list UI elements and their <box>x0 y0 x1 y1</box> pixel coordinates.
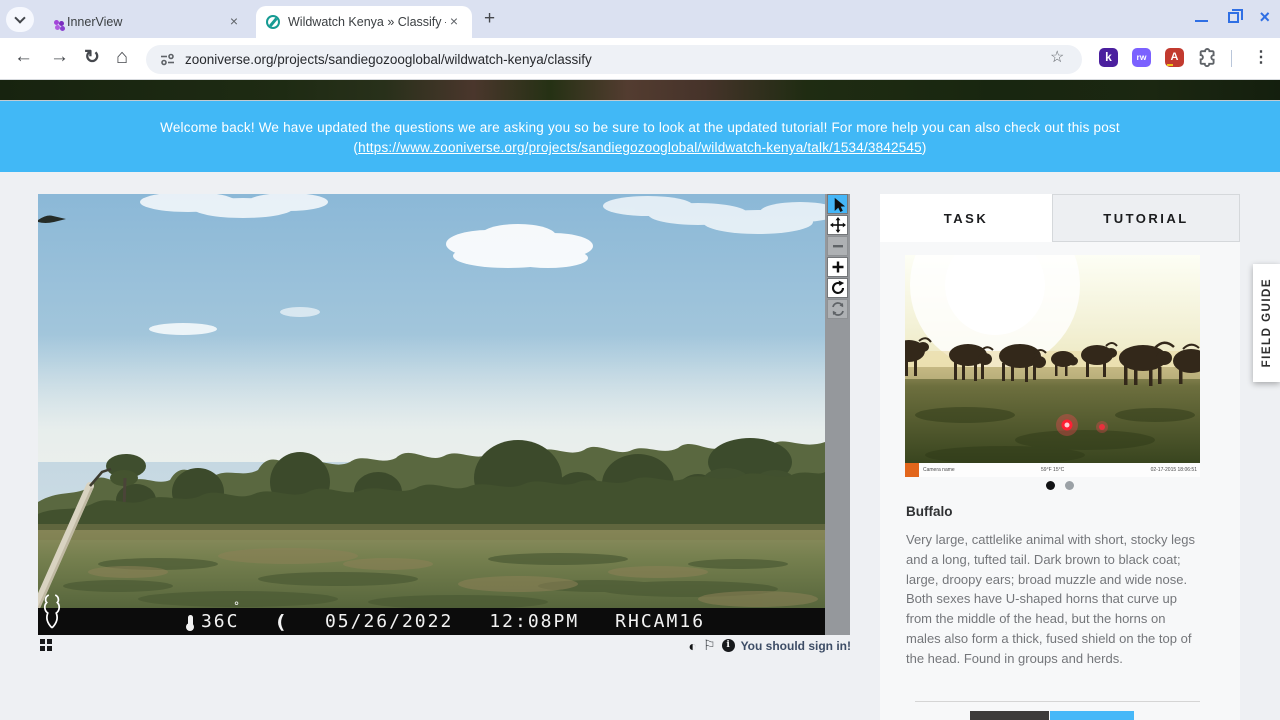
zoom-in-button[interactable] <box>827 257 848 277</box>
browning-logo-icon <box>42 594 62 635</box>
extensions-puzzle-icon[interactable] <box>1197 47 1217 67</box>
invert-colors-icon[interactable]: ◐ <box>689 638 697 654</box>
degree-mark: ˚ <box>232 602 243 617</box>
tab-task[interactable]: TASK <box>880 194 1052 242</box>
thermometer-icon <box>186 615 195 631</box>
pointer-tool-button[interactable] <box>827 194 848 214</box>
minus-icon <box>832 245 843 248</box>
panel-button-secondary[interactable] <box>970 711 1049 720</box>
dictionary-extension-icon[interactable]: A <box>1165 48 1184 67</box>
photo-meta-right: 02-17-2015 18:06:51 <box>1150 467 1197 473</box>
new-tab-button[interactable]: + <box>484 8 495 30</box>
tab-title: InnerView <box>67 15 123 29</box>
browser-toolbar: ← → ↻ ⌂ zooniverse.org/projects/sandiego… <box>0 38 1280 80</box>
viewer-footer: ◐ ⚐ i You should sign in! <box>38 637 851 659</box>
buffalo-photo <box>893 242 1209 464</box>
plus-icon <box>832 261 843 273</box>
camera-overlay-bar: 36C ˚ ( 05/26/2022 12:08PM RHCAM16 <box>38 602 825 635</box>
flag-icon[interactable]: ⚐ <box>703 637 716 654</box>
project-header-image <box>0 80 1280 101</box>
bushnell-logo-icon <box>905 463 919 477</box>
banner-line1: Welcome back! We have updated the questi… <box>160 120 1120 135</box>
address-bar[interactable]: zooniverse.org/projects/sandiegozoogloba… <box>146 45 1082 74</box>
rotate-button[interactable] <box>827 278 848 298</box>
url-text: zooniverse.org/projects/sandiegozoogloba… <box>185 52 592 67</box>
toolbar-divider <box>1231 50 1232 67</box>
reset-view-button[interactable] <box>827 299 848 319</box>
tab-tutorial-label: TUTORIAL <box>1103 210 1189 226</box>
overlay-time: 12:08PM <box>489 611 580 632</box>
banner-link[interactable]: https://www.zooniverse.org/projects/sand… <box>358 140 922 155</box>
forward-icon[interactable]: → <box>50 46 69 68</box>
species-description: Very large, cattlelike animal with short… <box>906 532 1196 666</box>
close-window-icon[interactable]: × <box>1259 8 1270 26</box>
photo-meta-left: Camera name <box>923 467 955 473</box>
bookmark-star-icon[interactable]: ☆ <box>1050 47 1064 67</box>
announcement-banner: Welcome back! We have updated the questi… <box>0 101 1280 172</box>
signin-message: You should sign in! <box>740 638 851 653</box>
carousel-dot[interactable] <box>1065 481 1074 490</box>
rw-extension-icon[interactable]: rw <box>1132 48 1151 67</box>
innerview-favicon-icon <box>54 19 59 25</box>
browser-menu-icon[interactable]: ⋮ <box>1253 47 1269 67</box>
browser-tab-strip: InnerView × Wildwatch Kenya » Classify –… <box>0 0 1280 38</box>
zooniverse-favicon-icon <box>266 15 280 29</box>
overlay-camera-id: RHCAM16 <box>615 611 706 632</box>
banner-line2: (https://www.zooniverse.org/projects/san… <box>0 138 1280 158</box>
tab-search-button[interactable] <box>6 7 34 32</box>
back-icon[interactable]: ← <box>14 46 33 68</box>
paren-close: ) <box>921 140 927 155</box>
metadata-grid-icon[interactable] <box>40 639 52 651</box>
site-info-icon[interactable] <box>160 53 175 66</box>
minimize-window-icon[interactable] <box>1195 19 1209 23</box>
tab-tutorial[interactable]: TUTORIAL <box>1052 194 1240 242</box>
refresh-icon <box>831 302 844 316</box>
moon-icon: ( <box>274 610 290 633</box>
tab-task-label: TASK <box>943 210 989 226</box>
close-tab-icon[interactable]: × <box>226 14 242 30</box>
viewer-toolbar <box>825 194 850 635</box>
cursor-arrow-icon <box>834 197 845 212</box>
field-guide-photo[interactable]: Camera name 59°F 15°C 02-17-2015 18:06:5… <box>893 242 1209 477</box>
tab-title: Wildwatch Kenya » Classify – <box>288 15 446 29</box>
restore-window-icon[interactable] <box>1228 8 1244 23</box>
camera-trap-photo <box>38 194 825 608</box>
browser-tab-wildwatch[interactable]: Wildwatch Kenya » Classify – × <box>256 6 472 38</box>
field-guide-label: FIELD GUIDE <box>1260 278 1273 368</box>
move-icon <box>829 217 846 233</box>
chevron-down-icon <box>14 11 26 24</box>
carousel-dots <box>880 481 1240 490</box>
panel-button-primary[interactable] <box>1050 711 1134 720</box>
home-icon[interactable]: ⌂ <box>116 46 128 69</box>
task-panel: Camera name 59°F 15°C 02-17-2015 18:06:5… <box>880 242 1240 720</box>
close-tab-icon[interactable]: × <box>446 14 462 30</box>
info-icon[interactable]: i <box>721 639 735 652</box>
subject-viewer[interactable]: 36C ˚ ( 05/26/2022 12:08PM RHCAM16 <box>38 194 825 635</box>
photo-meta-mid: 59°F 15°C <box>1041 467 1065 473</box>
reload-icon[interactable]: ↻ <box>84 46 100 69</box>
window-controls: × <box>1195 8 1270 26</box>
species-title: Buffalo <box>906 504 953 519</box>
grass-field <box>38 524 825 608</box>
carousel-dot-active[interactable] <box>1046 481 1055 490</box>
kagi-extension-icon[interactable]: k <box>1099 48 1118 67</box>
pan-tool-button[interactable] <box>827 215 848 235</box>
rotate-clockwise-icon <box>831 280 844 294</box>
zoom-out-button[interactable] <box>827 236 848 256</box>
overlay-date: 05/26/2022 <box>324 611 454 632</box>
field-guide-tab[interactable]: FIELD GUIDE <box>1253 264 1280 382</box>
browser-tab-innerview[interactable]: InnerView × <box>40 6 252 38</box>
buffalo-photo-meta-bar: Camera name 59°F 15°C 02-17-2015 18:06:5… <box>905 463 1200 477</box>
panel-divider <box>915 701 1200 702</box>
